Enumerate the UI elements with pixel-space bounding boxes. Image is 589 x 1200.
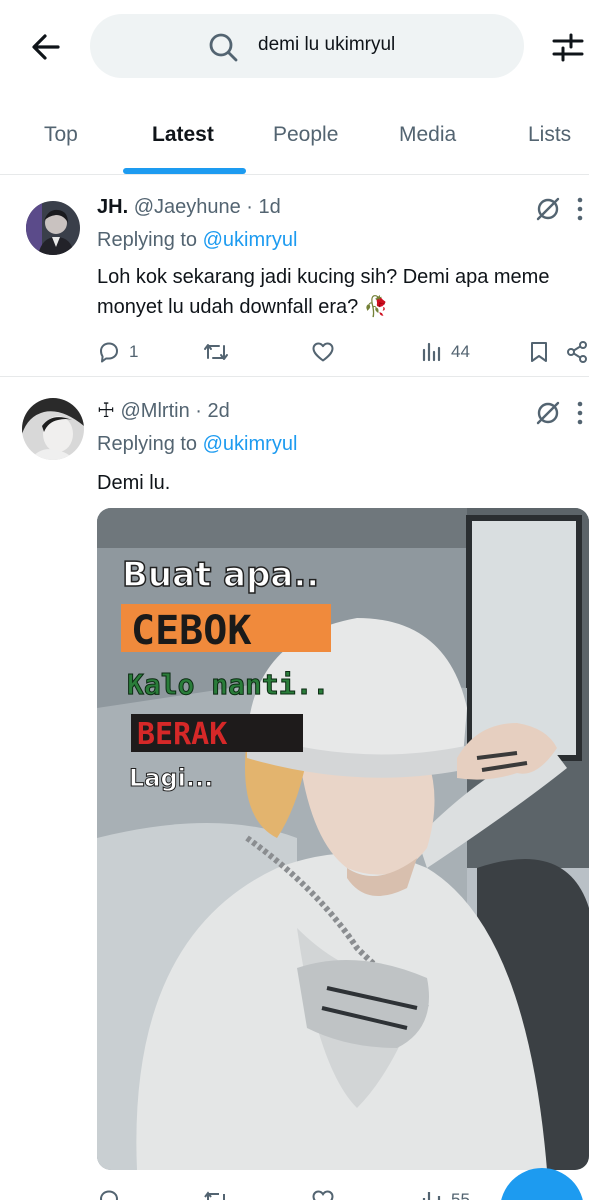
author-name[interactable]: JH. — [97, 196, 128, 218]
caption-line-4: BERAK — [137, 717, 227, 752]
reply-button[interactable]: 1 — [97, 340, 138, 364]
filter-icon — [552, 33, 584, 62]
like-button[interactable] — [311, 1188, 335, 1200]
top-bar: demi lu ukimryul — [0, 0, 589, 95]
retweet-button[interactable] — [203, 340, 229, 364]
separator-dot: · — [195, 400, 202, 422]
back-button[interactable] — [26, 27, 66, 67]
reply-count: 1 — [129, 342, 139, 361]
replying-to-user[interactable]: @ukimryul — [203, 229, 298, 251]
tab-people[interactable]: People — [273, 123, 338, 147]
tab-media[interactable]: Media — [399, 123, 456, 147]
views-button[interactable]: 55 — [421, 1188, 470, 1200]
post-header: JH. @Jaeyhune · 1d — [97, 196, 281, 219]
retweet-icon — [204, 1191, 225, 1200]
tab-top[interactable]: Top — [44, 123, 78, 147]
post-time[interactable]: 2d — [208, 400, 230, 422]
more-icon[interactable] — [575, 196, 585, 222]
share-button[interactable] — [566, 340, 588, 364]
search-icon — [209, 33, 238, 62]
search-tabs: Top Latest People Media Lists — [0, 105, 589, 175]
caption-line-2: CEBOK — [131, 608, 251, 654]
author-handle[interactable]: @Jaeyhune — [134, 196, 241, 218]
back-arrow-icon — [32, 34, 60, 60]
replying-to-label: Replying to — [97, 229, 198, 251]
like-button[interactable] — [311, 340, 335, 364]
post-text: Loh kok sekarang jadi kucing sih? Demi a… — [97, 266, 550, 318]
separator-dot: · — [246, 196, 253, 218]
like-icon — [312, 342, 334, 362]
views-count: 55 — [451, 1190, 470, 1200]
tab-lists[interactable]: Lists — [528, 123, 571, 147]
avatar[interactable] — [26, 201, 80, 255]
post-image[interactable]: Buat apa.. CEBOK Kalo nanti.. BERAK Lagi… — [97, 508, 589, 1170]
more-icon[interactable] — [575, 400, 585, 426]
search-query: demi lu ukimryul — [258, 34, 396, 55]
search-field[interactable]: demi lu ukimryul — [90, 14, 524, 78]
replying-to-line: Replying to @ukimryul — [97, 229, 297, 252]
reply-icon — [99, 1190, 119, 1200]
retweet-icon — [204, 344, 228, 360]
post[interactable]: JH. @Jaeyhune · 1d Replying to @ukimryul… — [0, 176, 589, 377]
like-icon — [312, 1190, 334, 1200]
author-name[interactable]: ☩ — [97, 400, 115, 422]
post[interactable]: ☩ @Mlrtin · 2d Replying to @ukimryul Dem… — [0, 378, 589, 1200]
views-button[interactable]: 44 — [421, 340, 470, 364]
views-count: 44 — [451, 342, 470, 361]
bookmark-icon — [531, 342, 547, 362]
author-handle[interactable]: @Mlrtin — [121, 400, 190, 422]
post-header: ☩ @Mlrtin · 2d — [97, 398, 230, 423]
avatar[interactable] — [22, 398, 84, 460]
grok-icon[interactable] — [535, 400, 561, 426]
grok-icon[interactable] — [535, 196, 561, 222]
reply-button[interactable] — [97, 1188, 121, 1200]
meme-photo: Buat apa.. CEBOK Kalo nanti.. BERAK Lagi… — [97, 508, 589, 1170]
post-text: Demi lu. — [97, 472, 171, 494]
retweet-button[interactable] — [203, 1188, 229, 1200]
caption-line-3: Kalo nanti.. — [127, 668, 329, 701]
share-icon — [567, 341, 587, 363]
reply-icon — [100, 342, 118, 363]
bookmark-button[interactable] — [528, 340, 550, 364]
replying-to-label: Replying to — [97, 433, 198, 455]
replying-to-line: Replying to @ukimryul — [97, 433, 297, 456]
views-icon — [422, 342, 441, 362]
post-time[interactable]: 1d — [259, 196, 281, 218]
caption-line-1: Buat apa.. — [122, 555, 319, 595]
active-tab-indicator — [123, 168, 246, 174]
search-filter-button[interactable] — [548, 27, 588, 67]
replying-to-user[interactable]: @ukimryul — [203, 433, 298, 455]
tab-latest[interactable]: Latest — [152, 123, 214, 147]
views-icon — [422, 1192, 441, 1200]
caption-line-5: Lagi... — [129, 764, 213, 792]
